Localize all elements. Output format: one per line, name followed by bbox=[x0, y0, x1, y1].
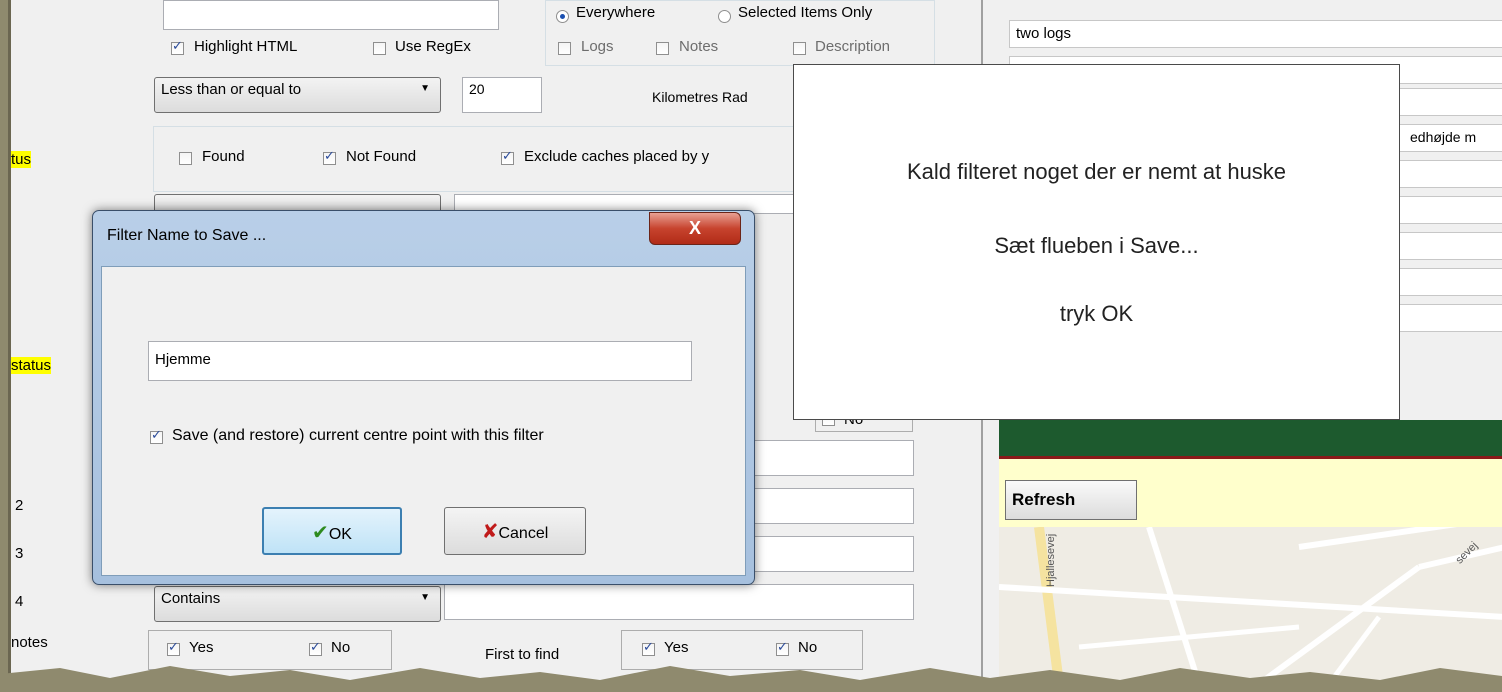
cancel-label: Cancel bbox=[498, 525, 549, 542]
ok-button[interactable]: ✔OK bbox=[262, 507, 402, 555]
chevron-down-icon: ▼ bbox=[420, 83, 430, 94]
right-panel-row-4-text: edhøjde m bbox=[1410, 129, 1477, 145]
ftf-yes-label: Yes bbox=[664, 639, 689, 656]
contains-text-input[interactable] bbox=[444, 584, 914, 620]
notes-checkbox-label: Notes bbox=[679, 38, 719, 55]
map-banner bbox=[999, 420, 1502, 459]
notes-yes-label: Yes bbox=[189, 639, 214, 656]
refresh-button[interactable]: Refresh bbox=[1005, 480, 1137, 520]
found-checkbox[interactable] bbox=[179, 152, 192, 165]
ok-label: OK bbox=[328, 526, 352, 543]
ftf-no-checkbox[interactable] bbox=[776, 640, 789, 656]
use-regex-label: Use RegEx bbox=[395, 38, 471, 55]
row-number-2: 2 bbox=[15, 497, 24, 514]
not-found-label: Not Found bbox=[346, 148, 417, 165]
search-text-input[interactable] bbox=[163, 0, 499, 30]
filter-name-input[interactable]: Hjemme bbox=[148, 341, 692, 381]
right-panel-row-1-text: two logs bbox=[1016, 25, 1072, 42]
exclude-caches-label: Exclude caches placed by y bbox=[524, 148, 710, 165]
contains-select[interactable]: Contains ▼ bbox=[154, 586, 441, 622]
map-street-label-1: Hjallesevej bbox=[1045, 533, 1057, 587]
use-regex-checkbox[interactable] bbox=[373, 42, 386, 55]
distance-unit-label: Kilometres Rad bbox=[652, 89, 748, 105]
status-label: tus bbox=[11, 151, 32, 168]
row-number-4: 4 bbox=[15, 593, 24, 610]
notes-checkbox[interactable] bbox=[656, 42, 669, 55]
save-centre-label: Save (and restore) current centre point … bbox=[172, 427, 544, 444]
status-label-2: status bbox=[11, 357, 52, 374]
callout-line-3: tryk OK bbox=[1059, 301, 1134, 326]
filter-name-dialog: Filter Name to Save ... X Hjemme Save (a… bbox=[92, 210, 755, 585]
selected-items-label: Selected Items Only bbox=[738, 4, 873, 21]
description-label: Description bbox=[815, 38, 891, 55]
torn-edge bbox=[0, 666, 1502, 692]
logs-label: Logs bbox=[581, 38, 614, 55]
notes-label: notes bbox=[11, 634, 48, 651]
close-icon: X bbox=[688, 218, 701, 238]
callout-line-2: Sæt flueben i Save... bbox=[994, 233, 1199, 258]
exclude-caches-checkbox[interactable] bbox=[501, 149, 514, 165]
logs-checkbox[interactable] bbox=[558, 42, 571, 55]
everywhere-radio[interactable] bbox=[556, 10, 569, 23]
highlight-html-label: Highlight HTML bbox=[194, 38, 298, 55]
found-label: Found bbox=[202, 148, 245, 165]
everywhere-label: Everywhere bbox=[576, 4, 656, 21]
notes-yes-checkbox[interactable] bbox=[167, 640, 180, 656]
distance-operator-select[interactable]: Less than or equal to ▼ bbox=[154, 77, 441, 113]
dialog-title: Filter Name to Save ... bbox=[107, 227, 267, 244]
callout-line-1: Kald filteret noget der er nemt at huske bbox=[906, 159, 1287, 184]
right-panel-row-1: two logs bbox=[1009, 20, 1502, 48]
notes-no-checkbox[interactable] bbox=[309, 640, 322, 656]
notes-no-label: No bbox=[331, 639, 351, 656]
contains-value: Contains bbox=[161, 590, 221, 607]
check-icon: ✔ bbox=[312, 520, 329, 544]
dialog-body: Hjemme Save (and restore) current centre… bbox=[101, 266, 746, 576]
ftf-yes-checkbox[interactable] bbox=[642, 640, 655, 656]
ftf-no-label: No bbox=[798, 639, 818, 656]
highlight-html-checkbox[interactable] bbox=[171, 39, 184, 55]
distance-value-input[interactable]: 20 bbox=[462, 77, 542, 113]
cancel-button[interactable]: ✘Cancel bbox=[444, 507, 586, 555]
save-centre-checkbox[interactable] bbox=[150, 428, 163, 444]
not-found-checkbox[interactable] bbox=[323, 149, 336, 165]
row-number-3: 3 bbox=[15, 545, 24, 562]
distance-operator-value: Less than or equal to bbox=[161, 81, 302, 98]
description-checkbox[interactable] bbox=[793, 42, 806, 55]
dialog-close-button[interactable]: X bbox=[649, 212, 741, 245]
cross-icon: ✘ bbox=[481, 519, 499, 543]
selected-items-radio[interactable] bbox=[718, 10, 731, 23]
instruction-callout: Kald filteret noget der er nemt at huske… bbox=[793, 64, 1400, 420]
chevron-down-icon: ▼ bbox=[420, 592, 430, 603]
